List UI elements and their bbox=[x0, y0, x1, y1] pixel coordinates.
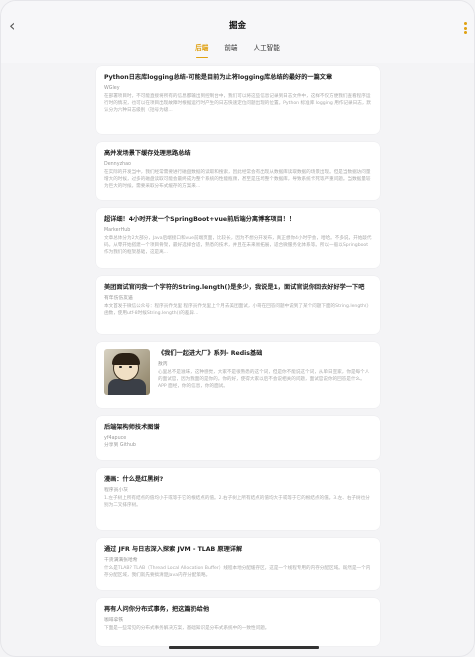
article-author: 咖啡拿铁 bbox=[104, 618, 124, 623]
article-title: 后端架构师技术图谱 bbox=[104, 424, 160, 431]
article-title: 《我们一起进大厂》系列- Redis基础 bbox=[158, 350, 263, 357]
article-title: 通过 JFR 与日志深入探索 JVM - TLAB 原理详解 bbox=[104, 546, 243, 553]
article-author: Dennyzhao bbox=[104, 162, 131, 167]
category-tabs: 后端 前端 人工智能 bbox=[1, 42, 474, 58]
article-card[interactable]: 美团面试官问我一个字符的String.length()是多少，我说是1，面试官说… bbox=[96, 276, 380, 334]
article-title: Python日志库logging总结-可能是目前为止将logging库总结的最好… bbox=[104, 74, 333, 81]
article-card[interactable]: 超详细！4小时开发一个SpringBoot+vue前后端分离博客项目！！ Mar… bbox=[96, 208, 380, 268]
tab-frontend[interactable]: 前端 bbox=[224, 42, 237, 58]
article-excerpt: 1.左子树上所有结点的值均小于或等于它的根结点的值。2.右子树上所有结点的值均大… bbox=[104, 496, 370, 508]
article-excerpt: 本文首发于微信公众号：程序员乔戈里 程序员乔戈里上个月去美团面试，小哥在回答问题… bbox=[104, 304, 369, 316]
article-excerpt: 文章总体分为2大部分，Java后端接口和vue前端页面，比较长，因为不想分开发布… bbox=[104, 236, 372, 255]
article-title: 漫画：什么是红黑树? bbox=[104, 476, 164, 483]
article-excerpt: 什么是TLAB? TLAB（Thread Local Allocation Bu… bbox=[104, 566, 371, 578]
article-title: 超详细！4小时开发一个SpringBoot+vue前后端分离博客项目！！ bbox=[104, 216, 296, 223]
article-title: 高并发场景下缓存处理思路总结 bbox=[104, 150, 191, 157]
article-feed: Python日志库logging总结-可能是目前为止将logging库总结的最好… bbox=[96, 66, 380, 654]
article-excerpt: 下面是一些常见的分布式事务解决方案，基础知识是分布式系统中的一致性问题。 bbox=[104, 626, 270, 631]
redaction-bar bbox=[169, 646, 319, 649]
article-avatar-image bbox=[104, 349, 150, 395]
tab-backend[interactable]: 后端 bbox=[195, 42, 208, 58]
article-extra: 分享到 Github bbox=[104, 443, 136, 448]
article-author: 程序员小灰 bbox=[104, 488, 128, 493]
tab-ai[interactable]: 人工智能 bbox=[254, 42, 280, 58]
page-title: 掘金 bbox=[228, 21, 246, 31]
article-author: 敖丙 bbox=[158, 362, 168, 367]
article-card[interactable]: 高并发场景下缓存处理思路总结 Dennyzhao 在实际的开发当中，我们经常需要… bbox=[96, 142, 380, 200]
more-vertical-icon[interactable] bbox=[462, 22, 468, 34]
article-card[interactable]: 通过 JFR 与日志深入探索 JVM - TLAB 原理详解 干货满满张哈希 什… bbox=[96, 538, 380, 590]
article-author: 有年伤伤友逼 bbox=[104, 296, 133, 301]
article-card[interactable]: 漫画：什么是红黑树? 程序员小灰 1.左子树上所有结点的值均小于或等于它的根结点… bbox=[96, 468, 380, 530]
article-title: 美团面试官问我一个字符的String.length()是多少，我说是1，面试官说… bbox=[104, 284, 365, 291]
article-card[interactable]: Python日志库logging总结-可能是目前为止将logging库总结的最好… bbox=[96, 66, 380, 134]
article-author: MarkerHub bbox=[104, 228, 131, 233]
article-excerpt: 在部署项目时，不可能直接将所有的信息都输出到控制台中，我们可以将这些信息记录到日… bbox=[104, 94, 372, 113]
article-title: 再有人问你分布式事务，把这篇扔给他 bbox=[104, 606, 210, 613]
article-author: 干货满满张哈希 bbox=[104, 558, 138, 563]
article-excerpt: 心里总不是滋味，这种感觉，大家不是很熟悉的这个词，但是你不能说这个词，从单日宣家… bbox=[158, 370, 370, 389]
article-author: yf4apuce bbox=[104, 436, 127, 441]
app-window: ‹ 掘金 后端 前端 人工智能 Python日志库logging总结-可能是目前… bbox=[0, 0, 475, 657]
article-excerpt: 在实际的开发当中，我们经常需要进行磁盘数据的读取和搜索，因此经常会有出现从数据库… bbox=[104, 170, 371, 189]
article-author: WGley bbox=[104, 86, 120, 91]
article-card[interactable]: 《我们一起进大厂》系列- Redis基础 敖丙 心里总不是滋味，这种感觉，大家不… bbox=[96, 342, 380, 408]
top-bar: ‹ 掘金 后端 前端 人工智能 bbox=[1, 1, 474, 63]
article-card[interactable]: 再有人问你分布式事务，把这篇扔给他 咖啡拿铁 下面是一些常见的分布式事务解决方案… bbox=[96, 598, 380, 646]
article-card[interactable]: 后端架构师技术图谱 yf4apuce 分享到 Github bbox=[96, 416, 380, 460]
article-body: 《我们一起进大厂》系列- Redis基础 敖丙 心里总不是滋味，这种感觉，大家不… bbox=[158, 349, 372, 402]
